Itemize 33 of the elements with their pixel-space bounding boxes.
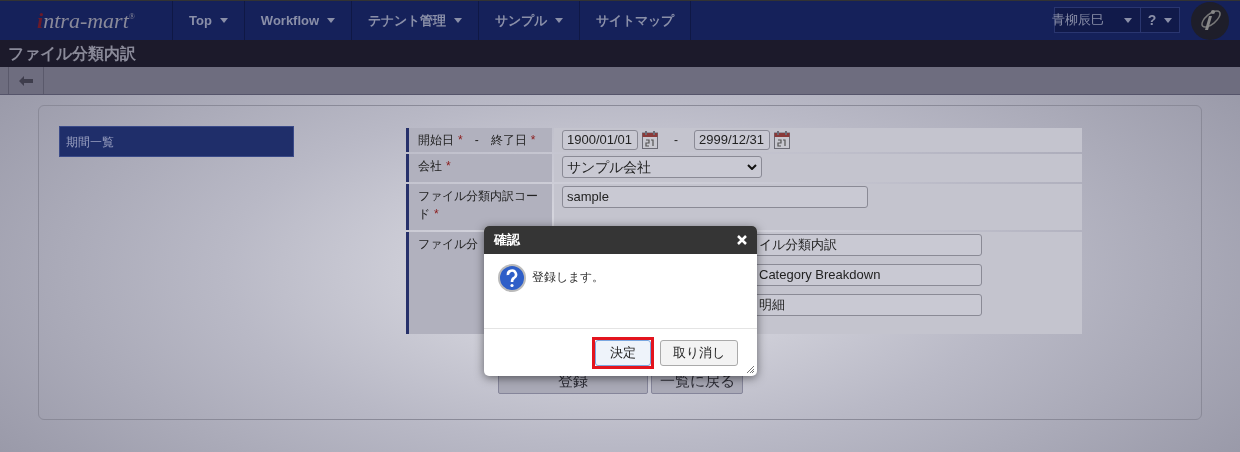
required-mark: *: [446, 159, 451, 173]
dialog-button[interactable]: 取り消し: [660, 339, 738, 366]
end-date-field[interactable]: 2999/12/31: [694, 130, 770, 150]
sidebar-item[interactable]: 期間一覧: [59, 126, 294, 157]
caret-icon: [454, 18, 463, 23]
caret-icon: [1124, 18, 1132, 24]
logo-icon[interactable]: [1189, 1, 1231, 40]
back-arrow-icon: [19, 75, 33, 86]
range-separator: -: [674, 132, 678, 149]
calendar-icon: [642, 131, 658, 149]
required-mark: *: [458, 133, 463, 147]
question-icon: [498, 264, 526, 292]
dialog-title: 確認: [494, 231, 520, 250]
resize-grip-icon[interactable]: [747, 366, 754, 373]
dialog-button[interactable]: 決定: [595, 339, 651, 366]
logo[interactable]: intra-mart$^{®}$: [0, 1, 172, 40]
form-label: ファイル分類内訳コード *: [406, 184, 552, 230]
company-select[interactable]: サンプル会社: [562, 156, 762, 178]
code-field[interactable]: sample: [562, 186, 868, 208]
required-mark: *: [530, 133, 536, 147]
required-mark: *: [434, 207, 439, 221]
form-label: 開始日 * - 終了日 *: [406, 128, 552, 152]
start-date-field[interactable]: 1900/01/01: [562, 130, 638, 150]
caret-icon: [555, 18, 564, 23]
calendar-icon: [774, 131, 790, 149]
chevron-icon: [747, 164, 757, 170]
close-icon[interactable]: [737, 235, 747, 245]
caret-icon: [1164, 17, 1173, 23]
help-menu[interactable]: ?: [1141, 9, 1179, 31]
caret-icon: [327, 18, 336, 23]
page-title: ファイル分類内訳: [8, 43, 136, 64]
form-label: 会社 *: [406, 154, 552, 182]
caret-icon: [219, 18, 228, 23]
